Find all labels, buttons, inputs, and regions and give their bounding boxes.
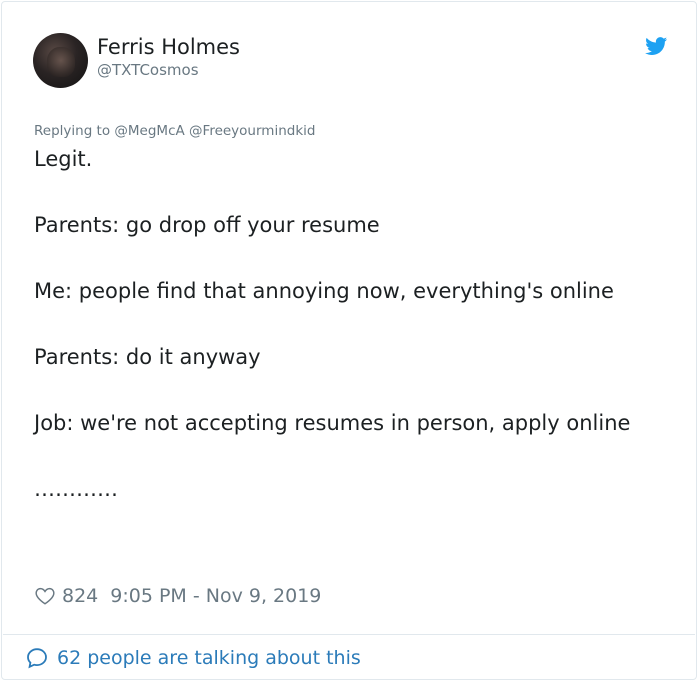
- tweet-paragraph: Me: people find that annoying now, every…: [34, 279, 614, 303]
- tweet-text: Legit. Parents: go drop off your resume …: [34, 143, 664, 506]
- tweet-paragraph: Legit.: [34, 147, 93, 171]
- replying-to: Replying to @MegMcA @Freeyourmindkid: [34, 122, 315, 140]
- like-count[interactable]: 824: [62, 585, 98, 607]
- tweet-paragraph: Job: we're not accepting resumes in pers…: [34, 411, 631, 435]
- tweet-timestamp[interactable]: 9:05 PM - Nov 9, 2019: [110, 585, 321, 607]
- author-handle[interactable]: @TXTCosmos: [97, 60, 199, 80]
- talking-about-link[interactable]: 62 people are talking about this: [25, 646, 361, 670]
- author-avatar[interactable]: [33, 33, 88, 88]
- tweet-card[interactable]: Ferris Holmes @TXTCosmos Replying to @Me…: [1, 1, 697, 680]
- speech-bubble-icon: [27, 648, 47, 669]
- tweet-meta: 824 9:05 PM - Nov 9, 2019: [34, 583, 321, 609]
- author-name[interactable]: Ferris Holmes: [97, 33, 240, 61]
- mention-link[interactable]: @Freeyourmindkid: [189, 123, 315, 139]
- heart-icon[interactable]: [34, 585, 56, 607]
- tweet-paragraph: Parents: do it anyway: [34, 345, 261, 369]
- tweet-paragraph: Parents: go drop off your resume: [34, 213, 380, 237]
- mention-link[interactable]: @MegMcA: [114, 123, 184, 139]
- replying-to-label: Replying to: [34, 123, 111, 139]
- twitter-bird-icon[interactable]: [644, 35, 669, 57]
- footer-divider: [3, 634, 695, 635]
- talking-about-text[interactable]: 62 people are talking about this: [57, 647, 361, 669]
- tweet-paragraph: …………: [34, 477, 118, 501]
